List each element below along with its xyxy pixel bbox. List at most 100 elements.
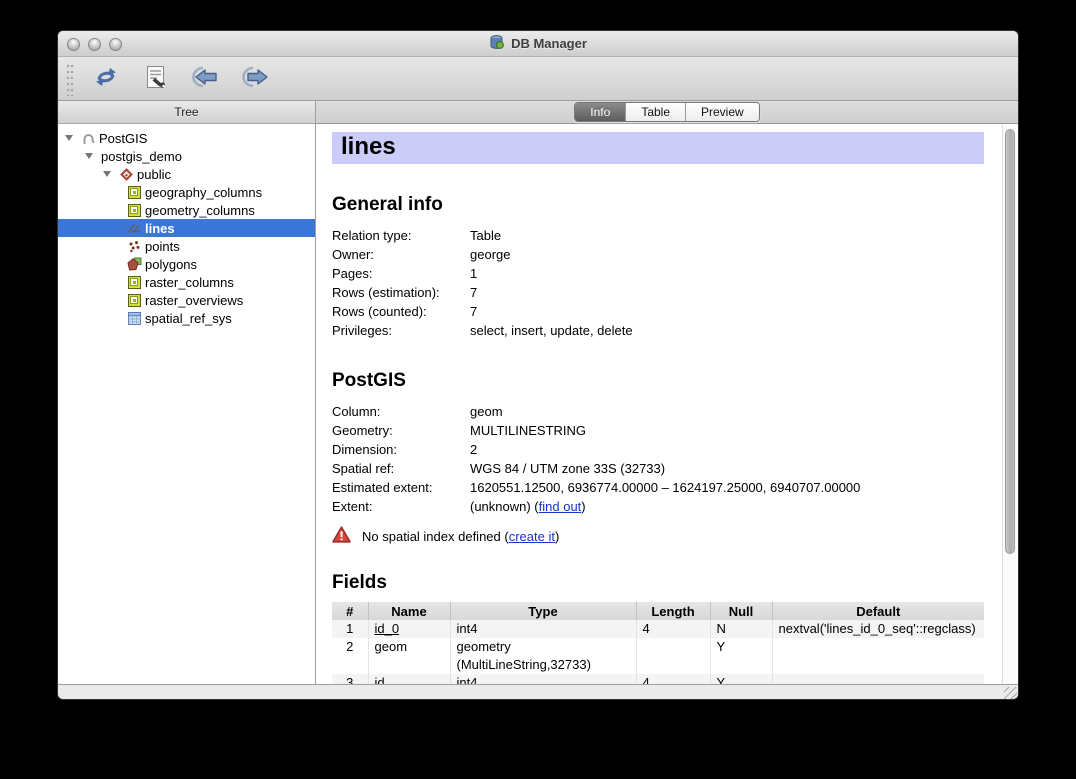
disclosure-triangle[interactable]	[103, 171, 111, 177]
field-row: 2 geom geometry (MultiLineString,32733) …	[332, 638, 984, 674]
lines-layer-icon	[125, 221, 143, 235]
primary-key-field: id_0	[375, 621, 400, 636]
col-num: #	[332, 602, 368, 620]
tree-item-geometry-columns[interactable]: geometry_columns	[58, 201, 315, 219]
refresh-icon	[93, 65, 119, 92]
info-row: Pages:1	[332, 264, 984, 283]
window-title: DB Manager	[511, 36, 587, 51]
tree-item-geography-columns[interactable]: geography_columns	[58, 183, 315, 201]
tree-item-public[interactable]: public	[58, 165, 315, 183]
info-row: Spatial ref:WGS 84 / UTM zone 33S (32733…	[332, 459, 984, 478]
tab-preview[interactable]: Preview	[686, 103, 759, 121]
sql-window-icon	[146, 65, 166, 92]
fields-header-row: # Name Type Length Null Default	[332, 602, 984, 620]
tab-segmented-control: Info Table Preview	[574, 102, 759, 122]
tree-item-label: public	[135, 167, 171, 182]
info-row: Rows (estimation):7	[332, 283, 984, 302]
tree-item-points[interactable]: points	[58, 237, 315, 255]
tab-table[interactable]: Table	[626, 103, 686, 121]
toolbar	[58, 57, 1018, 101]
fields-heading: Fields	[332, 572, 984, 594]
info-row: Owner:george	[332, 245, 984, 264]
traffic-lights	[67, 38, 122, 51]
postgis-heading: PostGIS	[332, 370, 984, 392]
vertical-scrollbar[interactable]	[1002, 125, 1017, 684]
info-row: Relation type:Table	[332, 226, 984, 245]
tree-item-label: raster_columns	[143, 275, 234, 290]
postgis-elephant-icon	[79, 131, 97, 145]
import-arrow-icon	[192, 66, 220, 91]
tree-item-polygons[interactable]: polygons	[58, 255, 315, 273]
col-default: Default	[772, 602, 984, 620]
table-layer-icon	[125, 204, 143, 217]
table-layer-icon	[125, 186, 143, 199]
general-info-rows: Relation type:Table Owner:george Pages:1…	[332, 226, 984, 340]
export-arrow-icon	[242, 66, 270, 91]
tree-item-postgis[interactable]: PostGIS	[58, 129, 315, 147]
info-row: Estimated extent:1620551.12500, 6936774.…	[332, 478, 984, 497]
refresh-button[interactable]	[86, 62, 126, 96]
tree-item-label: lines	[143, 221, 175, 236]
general-info-heading: General info	[332, 194, 984, 216]
schema-icon	[117, 170, 135, 179]
info-row: Column:geom	[332, 402, 984, 421]
db-manager-icon	[489, 34, 505, 53]
tree-item-raster-columns[interactable]: raster_columns	[58, 273, 315, 291]
find-out-link[interactable]: find out	[539, 499, 582, 514]
col-name: Name	[368, 602, 450, 620]
field-row: 3 id int4 4 Y	[332, 674, 984, 684]
tree-panel: Tree PostGIS postgis_demo public	[58, 101, 316, 684]
tree-item-label: geometry_columns	[143, 203, 255, 218]
tree-item-label: spatial_ref_sys	[143, 311, 232, 326]
export-to-file-button[interactable]	[236, 62, 276, 96]
tree-item-label: postgis_demo	[99, 149, 182, 164]
tree-item-label: polygons	[143, 257, 197, 272]
resize-grip[interactable]	[1004, 687, 1017, 700]
scrollbar-thumb[interactable]	[1005, 129, 1015, 554]
tree-item-postgis-demo[interactable]: postgis_demo	[58, 147, 315, 165]
tree-item-label: raster_overviews	[143, 293, 243, 308]
tree-item-label: PostGIS	[97, 131, 147, 146]
close-button[interactable]	[67, 38, 80, 51]
tab-info[interactable]: Info	[575, 103, 626, 121]
title-bar[interactable]: DB Manager	[58, 31, 1018, 57]
zoom-button[interactable]	[109, 38, 122, 51]
info-row: Privileges:select, insert, update, delet…	[332, 321, 984, 340]
import-layer-button[interactable]	[186, 62, 226, 96]
points-layer-icon	[125, 240, 143, 253]
page-title: lines	[332, 132, 984, 164]
col-null: Null	[710, 602, 772, 620]
disclosure-triangle[interactable]	[85, 153, 93, 159]
db-manager-window: DB Manager Tree	[57, 30, 1019, 700]
create-it-link[interactable]: create it	[509, 529, 555, 544]
main-split: Tree PostGIS postgis_demo public	[58, 101, 1018, 684]
table-layer-icon	[125, 276, 143, 289]
toolbar-drag-handle[interactable]	[66, 62, 74, 96]
tree-item-label: points	[143, 239, 180, 254]
spatial-ref-table-icon	[125, 312, 143, 325]
sql-window-button[interactable]	[136, 62, 176, 96]
field-row: 1 id_0 int4 4 N nextval('lines_id_0_seq'…	[332, 620, 984, 638]
postgis-rows: Column:geom Geometry:MULTILINESTRING Dim…	[332, 402, 984, 516]
tree-panel-header: Tree	[58, 101, 315, 124]
col-length: Length	[636, 602, 710, 620]
table-layer-icon	[125, 294, 143, 307]
tree: PostGIS postgis_demo public geography_co…	[58, 124, 315, 684]
disclosure-triangle[interactable]	[65, 135, 73, 141]
tree-item-spatial-ref-sys[interactable]: spatial_ref_sys	[58, 309, 315, 327]
detail-pane: Info Table Preview lines General info Re…	[316, 101, 1018, 684]
info-row: Geometry:MULTILINESTRING	[332, 421, 984, 440]
col-type: Type	[450, 602, 636, 620]
info-row: Rows (counted):7	[332, 302, 984, 321]
status-bar	[58, 684, 1018, 700]
window-title-group: DB Manager	[489, 34, 587, 53]
tree-item-raster-overviews[interactable]: raster_overviews	[58, 291, 315, 309]
minimize-button[interactable]	[88, 38, 101, 51]
fields-table: # Name Type Length Null Default 1	[332, 602, 984, 684]
info-panel: lines General info Relation type:Table O…	[316, 124, 1018, 684]
info-row: Dimension:2	[332, 440, 984, 459]
tree-item-lines[interactable]: lines	[58, 219, 315, 237]
polygons-layer-icon	[125, 257, 143, 271]
tab-bar: Info Table Preview	[316, 101, 1018, 124]
warning-icon	[332, 526, 351, 546]
